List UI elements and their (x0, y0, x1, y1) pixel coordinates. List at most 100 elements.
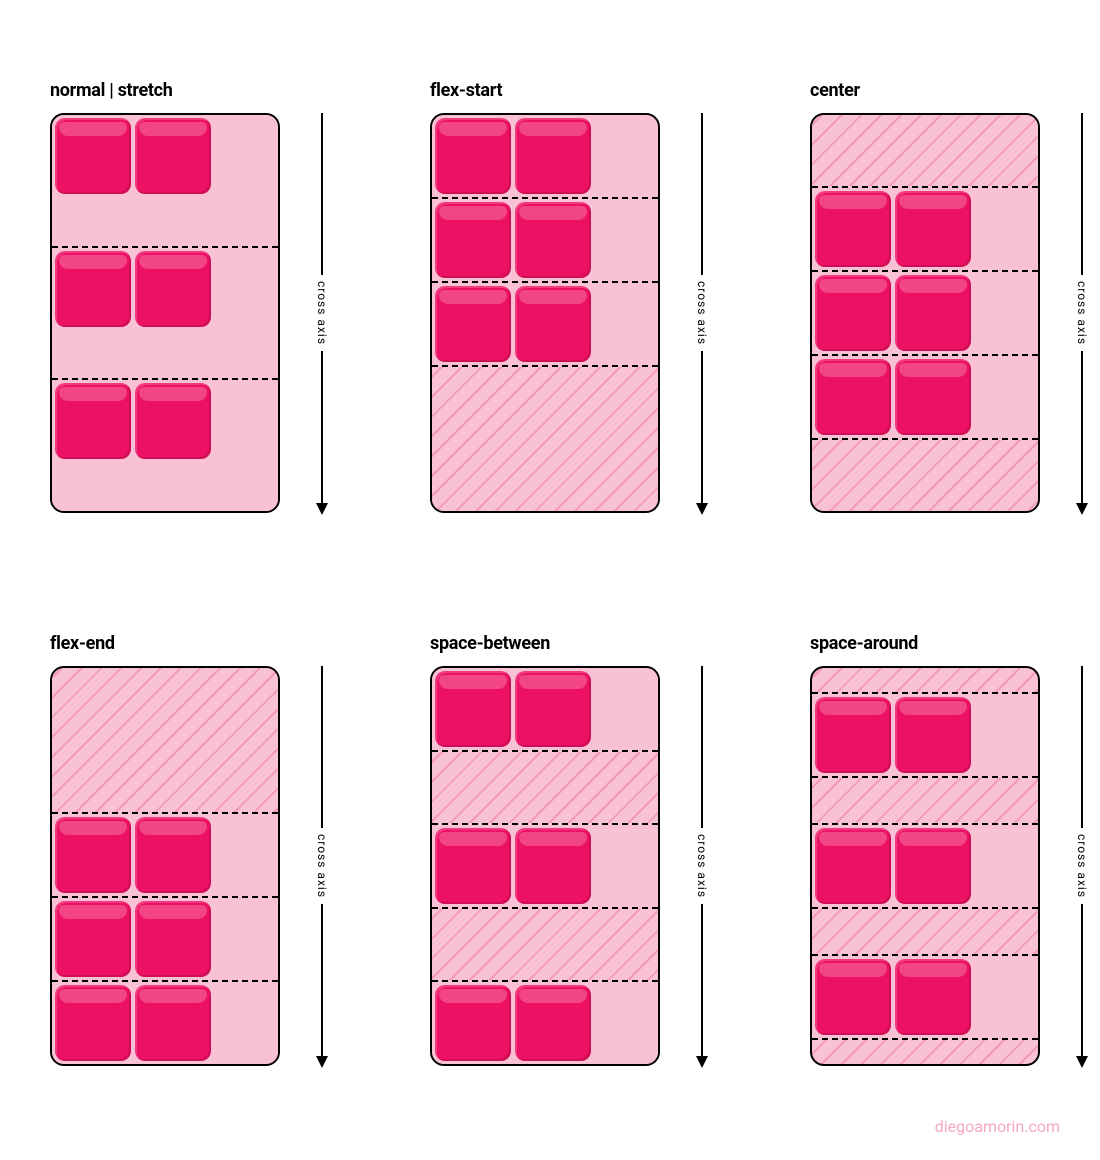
flex-container-flex-end (50, 666, 280, 1066)
flex-item (895, 697, 971, 773)
flex-line (52, 898, 278, 982)
flex-item (515, 202, 591, 278)
panel-title: center (810, 80, 1100, 101)
empty-cross-space (812, 778, 1038, 823)
panel-flex-end: flex-end cross (50, 633, 350, 1066)
flex-item (515, 286, 591, 362)
flex-item (815, 828, 891, 904)
flex-item (135, 251, 211, 327)
flex-item (435, 671, 511, 747)
panel-center: center (810, 80, 1100, 513)
flex-item (895, 959, 971, 1035)
flex-item (435, 286, 511, 362)
panel-stretch: normal | stretch cross a (50, 80, 350, 513)
flex-line (812, 692, 1038, 778)
flex-item (515, 671, 591, 747)
diagram: cross axis (430, 113, 730, 513)
flex-item (515, 985, 591, 1061)
empty-cross-space (432, 909, 658, 980)
flex-line (52, 115, 278, 248)
flex-line (432, 283, 658, 367)
empty-cross-space (52, 668, 278, 812)
axis-label: cross axis (693, 828, 711, 904)
diagram: cross axis (50, 113, 350, 513)
panel-space-between: space-between (430, 633, 730, 1066)
diagrams-grid: normal | stretch cross a (0, 0, 1100, 1126)
cross-axis-indicator: cross axis (674, 113, 730, 513)
flex-line (432, 115, 658, 199)
empty-cross-space (812, 115, 1038, 186)
flex-item (135, 817, 211, 893)
flex-line (52, 982, 278, 1064)
panel-title: space-around (810, 633, 1100, 654)
flex-line (812, 954, 1038, 1040)
flex-line (432, 980, 658, 1064)
empty-cross-space (432, 367, 658, 511)
flex-item (435, 985, 511, 1061)
axis-label: cross axis (313, 828, 331, 904)
flex-line (432, 668, 658, 752)
empty-cross-space (812, 668, 1038, 692)
flex-line (432, 199, 658, 283)
diagram: cross axis (810, 113, 1100, 513)
flex-line (52, 380, 278, 511)
empty-cross-space (432, 752, 658, 823)
flex-item (815, 275, 891, 351)
flex-line (812, 186, 1038, 272)
flex-container-flex-start (430, 113, 660, 513)
flex-item (135, 118, 211, 194)
flex-item (515, 828, 591, 904)
flex-item (55, 118, 131, 194)
flex-item (815, 359, 891, 435)
panel-title: flex-start (430, 80, 730, 101)
flex-line (52, 248, 278, 381)
credit-text: diegoamorin.com (935, 1117, 1060, 1136)
cross-axis-indicator: cross axis (294, 113, 350, 513)
flex-item (895, 275, 971, 351)
flex-item (55, 817, 131, 893)
panel-title: flex-end (50, 633, 350, 654)
diagram: cross axis (50, 666, 350, 1066)
flex-item (135, 985, 211, 1061)
flex-line (52, 812, 278, 898)
flex-item (55, 383, 131, 459)
flex-item (435, 828, 511, 904)
flex-line (812, 272, 1038, 356)
flex-item (435, 202, 511, 278)
empty-cross-space (812, 440, 1038, 511)
flex-item (815, 191, 891, 267)
empty-cross-space (812, 909, 1038, 954)
flex-item (895, 828, 971, 904)
panel-flex-start: flex-start cros (430, 80, 730, 513)
flex-item (55, 985, 131, 1061)
flex-item (895, 191, 971, 267)
panel-space-around: space-around (810, 633, 1100, 1066)
flex-item (135, 901, 211, 977)
flex-item (815, 959, 891, 1035)
empty-cross-space (812, 1040, 1038, 1064)
axis-label: cross axis (1073, 275, 1091, 351)
flex-container-stretch (50, 113, 280, 513)
panel-title: space-between (430, 633, 730, 654)
flex-item (895, 359, 971, 435)
flex-item (135, 383, 211, 459)
flex-item (55, 901, 131, 977)
cross-axis-indicator: cross axis (1054, 666, 1100, 1066)
flex-item (515, 118, 591, 194)
flex-container-space-between (430, 666, 660, 1066)
flex-item (815, 697, 891, 773)
flex-item (435, 118, 511, 194)
diagram: cross axis (810, 666, 1100, 1066)
cross-axis-indicator: cross axis (674, 666, 730, 1066)
axis-label: cross axis (693, 275, 711, 351)
flex-line (812, 823, 1038, 909)
flex-item (55, 251, 131, 327)
panel-title: normal | stretch (50, 80, 350, 101)
diagram: cross axis (430, 666, 730, 1066)
axis-label: cross axis (1073, 828, 1091, 904)
cross-axis-indicator: cross axis (294, 666, 350, 1066)
cross-axis-indicator: cross axis (1054, 113, 1100, 513)
flex-line (812, 356, 1038, 440)
flex-container-center (810, 113, 1040, 513)
flex-container-space-around (810, 666, 1040, 1066)
